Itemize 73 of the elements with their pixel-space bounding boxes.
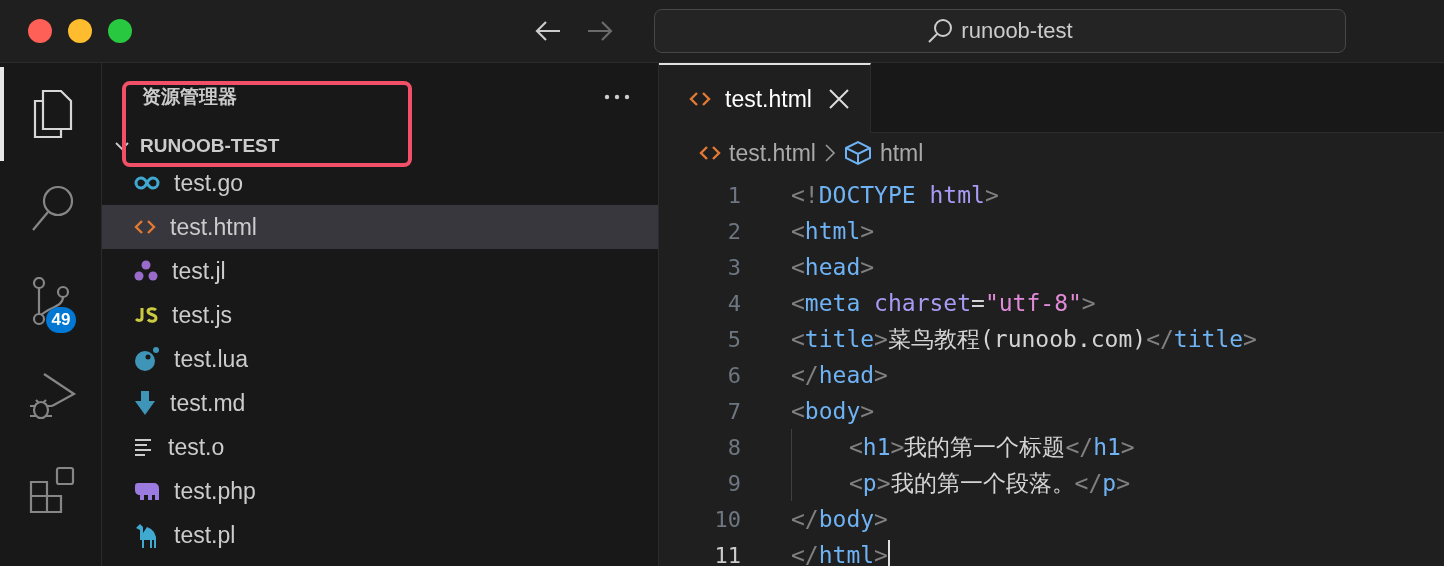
code-line: <meta charset="utf-8"> — [791, 290, 1096, 316]
line-number: 5 — [726, 326, 741, 352]
command-search-field[interactable]: runoob-test — [654, 9, 1346, 53]
chevron-icon — [823, 143, 836, 163]
line-number: 7 — [726, 398, 741, 424]
line-number: 8 — [726, 434, 741, 460]
tab-label: test.html — [725, 85, 812, 113]
file-name: test.js — [172, 301, 233, 329]
text-cursor — [887, 540, 890, 566]
code-brackets-icon — [699, 144, 721, 162]
line-number: 1 — [726, 182, 741, 208]
code-line: </html> — [791, 542, 888, 566]
file-item[interactable]: test.go — [102, 161, 658, 205]
line-number: 6 — [726, 362, 741, 388]
more-icon[interactable] — [604, 94, 630, 100]
sidebar-title: 资源管理器 — [142, 85, 237, 109]
file-item[interactable]: test.js — [102, 293, 658, 337]
code-line: <body> — [791, 398, 875, 424]
code-line: <p>我的第一个段落。</p> — [849, 468, 1130, 498]
minimize-button[interactable] — [68, 19, 92, 43]
run-debug-icon — [27, 370, 78, 422]
file-name: test.md — [170, 389, 246, 417]
file-item[interactable]: test.pl — [102, 513, 658, 557]
line-number: 10 — [713, 506, 741, 532]
infinity-icon — [134, 176, 160, 190]
file-name: test.html — [170, 213, 257, 241]
file-name: test.lua — [174, 345, 249, 373]
folder-name: RUNOOB-TEST — [140, 135, 280, 157]
file-name: test.jl — [172, 257, 226, 285]
file-item[interactable]: test.o — [102, 425, 658, 469]
activity-bar-item[interactable]: 49 — [0, 255, 102, 349]
file-name: test.o — [168, 433, 225, 461]
down-arrow-icon — [134, 391, 156, 415]
file-item[interactable]: test.jl — [102, 249, 658, 293]
left-arrow-icon — [534, 20, 562, 42]
code-brackets-icon — [134, 218, 156, 236]
search-icon — [29, 184, 76, 232]
code-line: <head> — [791, 254, 875, 280]
editor-tab[interactable]: test.html — [659, 63, 871, 133]
line-number: 9 — [726, 470, 741, 496]
close-button[interactable] — [28, 19, 52, 43]
dots-icon — [134, 260, 158, 282]
breadcrumb-item[interactable]: html — [879, 139, 924, 167]
line-number: 2 — [726, 218, 741, 244]
line-number: 11 — [713, 542, 741, 566]
js-icon — [134, 306, 158, 324]
zoom-button[interactable] — [108, 19, 132, 43]
right-arrow-icon — [586, 20, 614, 42]
breadcrumb-item[interactable]: test.html — [729, 139, 816, 167]
file-name: test.pl — [174, 521, 236, 549]
moon-icon — [134, 346, 160, 372]
file-name: test.php — [174, 477, 256, 505]
code-line: <html> — [791, 218, 875, 244]
extensions-icon — [28, 466, 77, 514]
code-line: </body> — [791, 506, 888, 532]
file-item[interactable]: test.lua — [102, 337, 658, 381]
elephant-icon — [134, 481, 160, 501]
count-badge: 49 — [45, 307, 77, 333]
code-line: <title>菜鸟教程(runoob.com)</title> — [791, 324, 1257, 354]
lines-icon — [134, 438, 154, 456]
code-brackets-icon — [689, 90, 711, 108]
cube-icon — [843, 140, 872, 166]
line-number: 3 — [726, 254, 741, 280]
search-icon — [927, 18, 954, 44]
file-item[interactable]: test.php — [102, 469, 658, 513]
file-item[interactable]: test.html — [102, 205, 658, 249]
folder-row[interactable]: RUNOOB-TEST — [102, 131, 658, 161]
file-item[interactable]: test.md — [102, 381, 658, 425]
code-line: <h1>我的第一个标题</h1> — [849, 432, 1135, 462]
code-line: </head> — [791, 362, 888, 388]
line-number: 4 — [726, 290, 741, 316]
file-name: test.go — [174, 169, 244, 197]
code-line: <!DOCTYPE html> — [791, 182, 999, 208]
